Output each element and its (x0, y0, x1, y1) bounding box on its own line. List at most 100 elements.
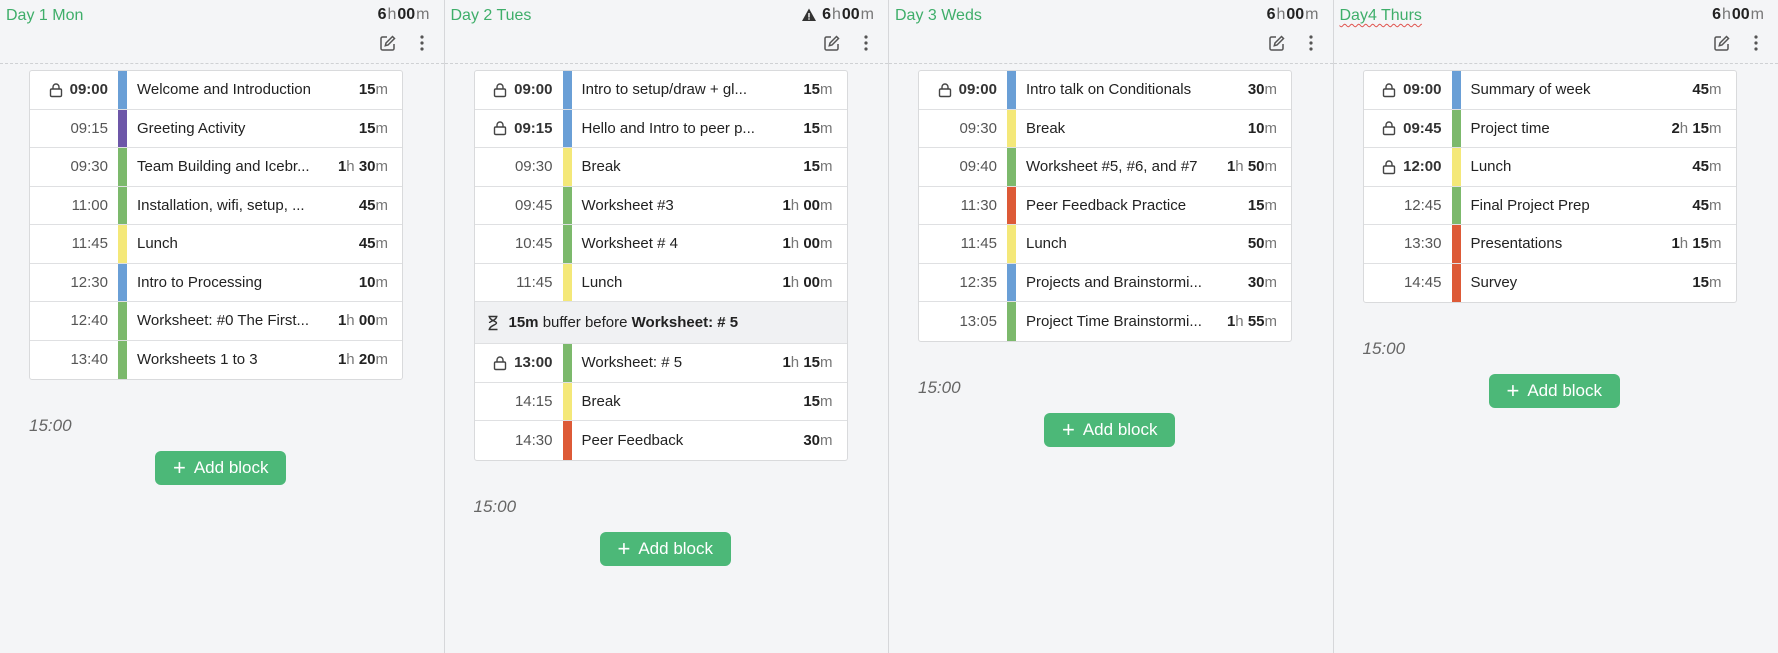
block-duration[interactable]: 45m (1658, 197, 1736, 214)
block-start-time[interactable]: 13:00 (475, 354, 563, 371)
block-name[interactable]: Project Time Brainstormi... (1016, 313, 1213, 330)
add-block-button[interactable]: + Add block (1044, 412, 1176, 447)
schedule-row[interactable]: 11:00 Installation, wifi, setup, ... 45m (30, 186, 402, 225)
schedule-row[interactable]: 11:30 Peer Feedback Practice 15m (919, 186, 1291, 225)
block-start-time[interactable]: 09:30 (30, 158, 118, 175)
category-color-bar[interactable] (118, 302, 127, 340)
block-start-time[interactable]: 09:30 (475, 158, 563, 175)
category-color-bar[interactable] (1007, 302, 1016, 341)
block-duration[interactable]: 15m (324, 81, 402, 98)
block-start-time[interactable]: 14:15 (475, 393, 563, 410)
block-name[interactable]: Break (572, 393, 769, 410)
block-start-time[interactable]: 11:45 (919, 235, 1007, 252)
schedule-row[interactable]: 14:45 Survey 15m (1364, 263, 1736, 302)
block-name[interactable]: Lunch (1461, 158, 1658, 175)
more-options-icon[interactable] (856, 33, 876, 53)
schedule-row[interactable]: 09:30 Break 15m (474, 148, 847, 187)
block-duration[interactable]: 1h 15m (769, 354, 847, 371)
block-start-time[interactable]: 12:30 (30, 274, 118, 291)
more-options-icon[interactable] (1301, 33, 1321, 53)
category-color-bar[interactable] (118, 109, 127, 147)
schedule-row[interactable]: 09:15 Hello and Intro to peer p... 15m (474, 109, 847, 148)
block-start-time[interactable]: 11:00 (30, 197, 118, 214)
add-block-button[interactable]: + Add block (155, 451, 287, 485)
edit-icon[interactable] (1712, 33, 1732, 53)
lock-icon[interactable] (492, 82, 508, 98)
lock-icon[interactable] (1381, 159, 1397, 175)
block-duration[interactable]: 15m (1658, 274, 1736, 291)
schedule-row[interactable]: 11:45 Lunch 50m (919, 225, 1291, 264)
schedule-row[interactable]: 14:30 Peer Feedback 30m (475, 421, 847, 460)
block-start-time[interactable]: 09:45 (1364, 120, 1452, 137)
lock-icon[interactable] (492, 355, 508, 371)
category-color-bar[interactable] (1007, 225, 1016, 263)
block-duration[interactable]: 1h 00m (324, 312, 402, 329)
block-duration[interactable]: 15m (769, 81, 847, 98)
edit-icon[interactable] (1267, 33, 1287, 53)
block-name[interactable]: Worksheet #3 (572, 197, 769, 214)
block-duration[interactable]: 1h 00m (769, 274, 847, 291)
block-duration[interactable]: 45m (324, 197, 402, 214)
block-duration[interactable]: 15m (769, 158, 847, 175)
category-color-bar[interactable] (118, 225, 127, 263)
block-start-time[interactable]: 09:00 (30, 81, 118, 98)
block-name[interactable]: Worksheet: # 5 (572, 354, 769, 371)
block-name[interactable]: Final Project Prep (1461, 197, 1658, 214)
edit-icon[interactable] (822, 33, 842, 53)
schedule-row[interactable]: 12:00 Lunch 45m (1363, 148, 1736, 187)
block-name[interactable]: Team Building and Icebr... (127, 158, 324, 175)
block-name[interactable]: Peer Feedback (572, 432, 769, 449)
day-title[interactable]: Day 1 Mon (6, 7, 83, 25)
block-name[interactable]: Break (1016, 120, 1213, 137)
block-start-time[interactable]: 13:05 (919, 313, 1007, 330)
block-start-time[interactable]: 13:40 (30, 351, 118, 368)
day-title[interactable]: Day 2 Tues (451, 7, 532, 25)
block-name[interactable]: Project time (1461, 120, 1658, 137)
block-start-time[interactable]: 11:45 (30, 235, 118, 252)
block-duration[interactable]: 10m (324, 274, 402, 291)
block-name[interactable]: Installation, wifi, setup, ... (127, 197, 324, 214)
schedule-row[interactable]: 09:30 Team Building and Icebr... 1h 30m (30, 148, 402, 187)
category-color-bar[interactable] (1451, 263, 1461, 302)
block-duration[interactable]: 15m (769, 393, 847, 410)
block-name[interactable]: Worksheets 1 to 3 (127, 351, 324, 368)
category-color-bar[interactable] (1007, 71, 1016, 109)
category-color-bar[interactable] (1451, 186, 1461, 224)
schedule-row[interactable]: 12:40 Worksheet: #0 The First... 1h 00m (30, 302, 402, 341)
category-color-bar[interactable] (562, 382, 572, 420)
schedule-row[interactable]: 12:45 Final Project Prep 45m (1363, 186, 1736, 225)
category-color-bar[interactable] (562, 71, 572, 109)
block-start-time[interactable]: 13:30 (1364, 235, 1452, 252)
block-start-time[interactable]: 11:30 (919, 197, 1007, 214)
schedule-row[interactable]: 13:00 Worksheet: # 5 1h 15m (474, 344, 847, 383)
schedule-row[interactable]: 09:00 Intro to setup/draw + gl... 15m (474, 71, 847, 110)
schedule-row[interactable]: 09:40 Worksheet #5, #6, and #7 1h 50m (919, 148, 1291, 187)
day-title[interactable]: Day 3 Weds (895, 7, 982, 25)
category-color-bar[interactable] (1451, 109, 1461, 147)
block-duration[interactable]: 15m (769, 120, 847, 137)
more-options-icon[interactable] (1746, 33, 1766, 53)
block-start-time[interactable]: 09:00 (475, 81, 563, 98)
schedule-row[interactable]: 11:45 Lunch 1h 00m (474, 263, 847, 302)
block-name[interactable]: Hello and Intro to peer p... (572, 120, 769, 137)
block-duration[interactable]: 15m (1213, 197, 1291, 214)
block-duration[interactable]: 30m (769, 432, 847, 449)
block-start-time[interactable]: 09:45 (475, 197, 563, 214)
block-duration[interactable]: 2h 15m (1658, 120, 1736, 137)
schedule-row[interactable]: 14:15 Break 15m (474, 382, 847, 421)
schedule-row[interactable]: 09:45 Worksheet #3 1h 00m (474, 186, 847, 225)
schedule-row[interactable]: 13:05 Project Time Brainstormi... 1h 55m (919, 302, 1291, 341)
block-duration[interactable]: 1h 55m (1213, 313, 1291, 330)
block-start-time[interactable]: 12:35 (919, 274, 1007, 291)
block-start-time[interactable]: 09:00 (919, 81, 1007, 98)
block-duration[interactable]: 45m (1658, 81, 1736, 98)
block-start-time[interactable]: 09:15 (475, 120, 563, 137)
schedule-row[interactable]: 12:35 Projects and Brainstormi... 30m (919, 263, 1291, 302)
schedule-row[interactable]: 09:00 Summary of week 45m (1363, 71, 1736, 110)
add-block-button[interactable]: + Add block (1488, 374, 1620, 408)
category-color-bar[interactable] (1007, 148, 1016, 186)
more-options-icon[interactable] (412, 33, 432, 53)
block-name[interactable]: Intro to Processing (127, 274, 324, 291)
block-duration[interactable]: 45m (1658, 158, 1736, 175)
schedule-row[interactable]: 09:45 Project time 2h 15m (1363, 109, 1736, 148)
